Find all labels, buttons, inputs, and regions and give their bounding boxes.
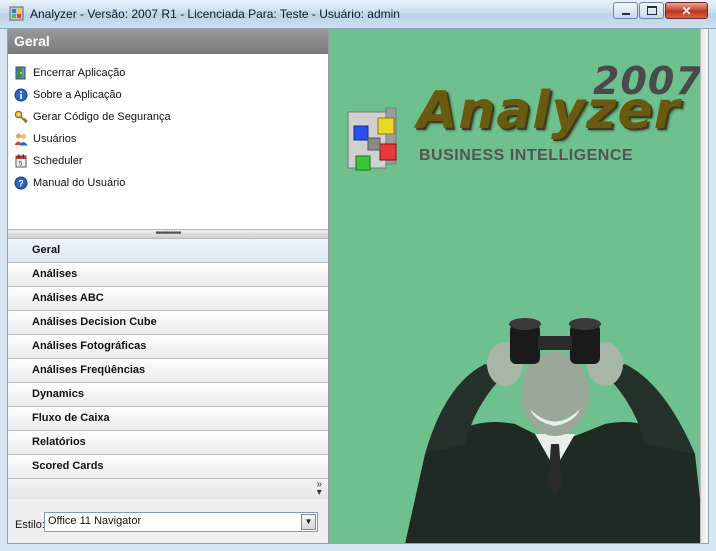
- nav-pane-header: Geral: [8, 29, 328, 54]
- users-icon: [14, 132, 28, 146]
- nav-item-gerar-codigo-de-seguranca[interactable]: Gerar Código de Segurança: [8, 106, 328, 128]
- navigation-pane: Geral Encerrar Aplicação Sobre a Aplicaç…: [8, 29, 329, 543]
- scheduler-icon: 5: [14, 154, 28, 168]
- exit-door-icon: [14, 66, 28, 80]
- cubes-logo-icon: [347, 107, 397, 171]
- style-dropdown-value: Office 11 Navigator: [48, 515, 142, 527]
- nav-item-usuarios[interactable]: Usuários: [8, 128, 328, 150]
- help-icon: ?: [14, 176, 28, 190]
- minimize-icon: [621, 12, 630, 15]
- key-icon: [14, 110, 28, 124]
- info-icon: [14, 88, 28, 102]
- nav-item-scheduler[interactable]: 5 Scheduler: [8, 150, 328, 172]
- minimize-button[interactable]: [613, 2, 638, 19]
- close-icon: ✕: [681, 3, 692, 18]
- nav-item-label: Manual do Usuário: [33, 177, 126, 189]
- nav-item-encerrar-aplicacao[interactable]: Encerrar Aplicação: [8, 62, 328, 84]
- style-dropdown[interactable]: Office 11 Navigator ▼: [44, 512, 318, 532]
- nav-item-label: Gerar Código de Segurança: [33, 111, 171, 123]
- man-with-binoculars-illustration: [405, 318, 705, 543]
- close-button[interactable]: ✕: [665, 2, 708, 19]
- brand-logo-text: Analyzer: [417, 81, 681, 141]
- group-button-analises-abc[interactable]: Análises ABC: [8, 287, 328, 311]
- nav-pane-splitter[interactable]: ••••••••••: [8, 229, 328, 239]
- nav-item-label: Scheduler: [33, 155, 83, 167]
- configure-buttons-chevron-icon[interactable]: » ▾: [316, 480, 322, 498]
- maximize-button[interactable]: [639, 2, 664, 19]
- dropdown-arrow-icon[interactable]: ▼: [301, 514, 316, 530]
- group-button-analises-frequencias[interactable]: Análises Freqüências: [8, 359, 328, 383]
- grip-dots-icon: ••••••••••: [155, 228, 181, 239]
- svg-text:?: ?: [18, 179, 24, 189]
- window-title-bar[interactable]: Analyzer - Versão: 2007 R1 - Licenciada …: [0, 0, 716, 29]
- group-button-relatorios[interactable]: Relatórios: [8, 431, 328, 455]
- group-button-analises-decision-cube[interactable]: Análises Decision Cube: [8, 311, 328, 335]
- splash-panel: 2007 Analyzer BUSINESS INTELLIGENCE: [329, 29, 708, 543]
- nav-item-label: Encerrar Aplicação: [33, 67, 126, 79]
- group-button-analises-fotograficas[interactable]: Análises Fotográficas: [8, 335, 328, 359]
- window-title: Analyzer - Versão: 2007 R1 - Licenciada …: [30, 7, 400, 21]
- style-selector-row: Estilo: Office 11 Navigator ▼: [8, 499, 328, 543]
- group-button-scored-cards[interactable]: Scored Cards: [8, 455, 328, 479]
- group-button-dynamics[interactable]: Dynamics: [8, 383, 328, 407]
- maximize-icon: [646, 6, 657, 15]
- group-button-geral[interactable]: Geral: [8, 239, 328, 263]
- app-icon: [9, 6, 24, 21]
- nav-item-sobre-a-aplicacao[interactable]: Sobre a Aplicação: [8, 84, 328, 106]
- nav-item-label: Usuários: [33, 133, 77, 145]
- nav-item-list: Encerrar Aplicação Sobre a Aplicação Ger…: [8, 54, 328, 229]
- nav-item-manual-do-usuario[interactable]: ? Manual do Usuário: [8, 172, 328, 194]
- style-label: Estilo:: [15, 519, 45, 531]
- splash-edge-scrollbar: [700, 29, 708, 543]
- tagline: BUSINESS INTELLIGENCE: [419, 147, 634, 164]
- client-area: Geral Encerrar Aplicação Sobre a Aplicaç…: [7, 28, 709, 544]
- group-button-analises[interactable]: Análises: [8, 263, 328, 287]
- nav-item-label: Sobre a Aplicação: [33, 89, 122, 101]
- group-button-fluxo-de-caixa[interactable]: Fluxo de Caixa: [8, 407, 328, 431]
